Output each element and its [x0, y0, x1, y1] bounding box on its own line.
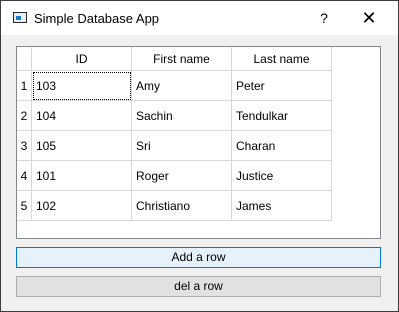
- table-cell[interactable]: Tendulkar: [232, 101, 332, 131]
- row-header[interactable]: 3: [17, 131, 32, 161]
- help-button[interactable]: ?: [313, 9, 335, 27]
- row-header[interactable]: 1: [17, 71, 32, 101]
- table-cell[interactable]: James: [232, 191, 332, 221]
- row-header[interactable]: 5: [17, 191, 32, 221]
- app-window: Simple Database App ? ✕ ID First name La…: [0, 0, 399, 312]
- row-header[interactable]: 4: [17, 161, 32, 191]
- column-header-id[interactable]: ID: [32, 47, 132, 71]
- data-table: ID First name Last name 1 103 Amy Peter …: [16, 46, 381, 239]
- delete-row-button[interactable]: del a row: [16, 276, 381, 297]
- window-title: Simple Database App: [34, 11, 160, 26]
- close-button[interactable]: ✕: [358, 9, 380, 27]
- title-bar: Simple Database App ? ✕: [1, 1, 398, 35]
- table-cell[interactable]: 104: [32, 101, 132, 131]
- table-cell[interactable]: Peter: [232, 71, 332, 101]
- column-header-first-name[interactable]: First name: [132, 47, 232, 71]
- table-cell[interactable]: 102: [32, 191, 132, 221]
- table-cell[interactable]: 103: [32, 71, 132, 101]
- add-row-button[interactable]: Add a row: [16, 247, 381, 268]
- table-cell[interactable]: Justice: [232, 161, 332, 191]
- table-cell[interactable]: Sri: [132, 131, 232, 161]
- column-header-last-name[interactable]: Last name: [232, 47, 332, 71]
- row-header[interactable]: 2: [17, 101, 32, 131]
- table-cell[interactable]: Sachin: [132, 101, 232, 131]
- table-cell[interactable]: Amy: [132, 71, 232, 101]
- app-icon: [13, 12, 27, 23]
- table-cell[interactable]: 105: [32, 131, 132, 161]
- table-cell[interactable]: Charan: [232, 131, 332, 161]
- table-corner[interactable]: [17, 47, 32, 71]
- table-cell[interactable]: Roger: [132, 161, 232, 191]
- table-cell[interactable]: Christiano: [132, 191, 232, 221]
- table-cell[interactable]: 101: [32, 161, 132, 191]
